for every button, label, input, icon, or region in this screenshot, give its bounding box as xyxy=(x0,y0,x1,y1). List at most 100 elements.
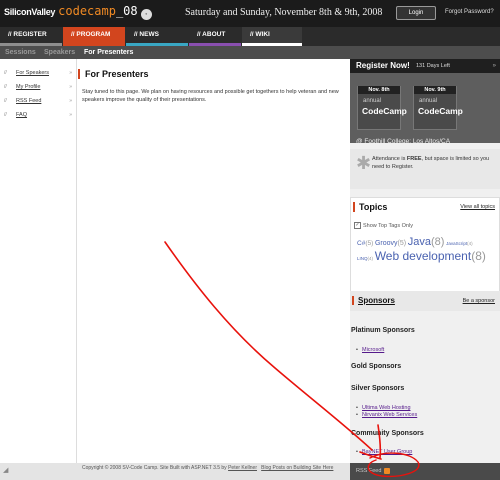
slash-icon: // xyxy=(4,84,7,90)
view-all-topics-label: View all topics xyxy=(460,204,495,210)
attendance-text: Attendance is FREE, but space is limited… xyxy=(372,156,494,171)
tag-groovy[interactable]: Groovy(5) xyxy=(375,240,406,247)
sponsor-link-nirvanix[interactable]: Nirvanix Web Services xyxy=(356,412,417,418)
tag-javascript[interactable]: JavaScript(4) xyxy=(446,241,473,246)
register-now-link[interactable]: Register Now! xyxy=(356,61,410,70)
tab-news-label: // NEWS xyxy=(134,31,159,38)
tab-program[interactable]: // PROGRAM xyxy=(63,27,125,46)
sponsors-header-box: Sponsors Be a sponsor xyxy=(350,291,500,311)
tab-news[interactable]: // NEWS xyxy=(126,27,188,46)
sidebar-item-label: RSS Feed xyxy=(16,98,42,104)
tag-count: (4) xyxy=(467,241,473,246)
subnav-speakers[interactable]: Speakers xyxy=(44,47,75,58)
footer-copyright: Copyright © 2008 SV-Code Camp. Site Buil… xyxy=(82,465,229,471)
badge-date: Nov. 8th xyxy=(358,86,400,94)
subnav-sessions[interactable]: Sessions xyxy=(5,47,36,58)
tab-about[interactable]: // ABOUT xyxy=(189,27,241,46)
tag-name: Java xyxy=(407,236,431,248)
slash-icon: // xyxy=(4,70,7,76)
badge-annual: annual xyxy=(363,98,382,104)
page-title: For Presenters xyxy=(78,69,149,79)
rss-bar[interactable]: RSS Feed xyxy=(350,463,500,480)
register-header[interactable]: Register Now! 131 Days Left » xyxy=(350,59,500,73)
logo-year: _08 xyxy=(115,4,138,18)
view-all-topics-link[interactable]: View all topics xyxy=(460,204,495,210)
tag-web-development[interactable]: Web development(8) xyxy=(375,249,486,263)
slash-icon: // xyxy=(4,112,7,118)
tag-name: JavaScript xyxy=(446,241,468,246)
tab-about-label: // ABOUT xyxy=(197,31,226,38)
badge-date: Nov. 9th xyxy=(414,86,456,94)
tab-register[interactable]: // REGISTER xyxy=(0,27,62,46)
site-logo[interactable]: SiliconValley codecamp _08 ✦ xyxy=(4,4,152,24)
main-content: For Presenters Stay tuned to this page. … xyxy=(77,59,348,463)
subnav-for-presenters[interactable]: For Presenters xyxy=(84,47,133,58)
venue-text: @ Foothill College: Los Altos/CA xyxy=(356,138,451,145)
be-a-sponsor-link[interactable]: Be a sponsor xyxy=(463,298,495,304)
logo-seal-icon: ✦ xyxy=(140,8,152,20)
sponsor-link-ultima[interactable]: Ultima Web Hosting xyxy=(356,405,410,411)
slash-icon: // xyxy=(4,98,7,104)
attendance-pre: Attendance is xyxy=(372,156,407,162)
tag-count: (8) xyxy=(430,236,445,248)
tag-count: (8) xyxy=(471,249,486,263)
tag-name: Web development xyxy=(374,249,472,263)
sidebar-item-faq[interactable]: // FAQ » xyxy=(4,112,72,122)
tag-java[interactable]: Java(8) xyxy=(408,236,445,248)
right-sidebar: Register Now! 131 Days Left » Nov. 8th a… xyxy=(350,59,500,463)
footer-blog-link[interactable]: Blog Posts on Building Site Here xyxy=(261,465,333,471)
sidebar-item-my-profile[interactable]: // My Profile » xyxy=(4,84,72,94)
tag-count: (5) xyxy=(397,240,407,247)
forgot-password-link[interactable]: Forgot Password? xyxy=(445,9,494,15)
tag-csharp[interactable]: C#(5) xyxy=(357,240,373,247)
checkbox-icon: ✓ xyxy=(354,222,361,229)
topics-title: Topics xyxy=(353,202,387,212)
show-top-tags-checkbox[interactable]: ✓ Show Top Tags Only xyxy=(354,222,413,229)
chevron-right-icon: » xyxy=(492,63,496,69)
chevron-right-icon: » xyxy=(69,70,72,76)
gold-sponsors-heading: Gold Sponsors xyxy=(351,363,402,370)
tab-wiki-label: // WIKI xyxy=(250,31,270,38)
attendance-box: ✱ Attendance is FREE, but space is limit… xyxy=(350,149,500,189)
sponsors-title[interactable]: Sponsors xyxy=(352,296,395,305)
left-sidebar: // For Speakers » // My Profile » // RSS… xyxy=(0,59,77,463)
codecamp-day1-badge[interactable]: Nov. 8th annual CodeCamp xyxy=(357,86,407,130)
page-footer: ◢ Copyright © 2008 SV-Code Camp. Site Bu… xyxy=(0,463,350,480)
badge-name: CodeCamp xyxy=(362,106,407,116)
codecamp-day2-badge[interactable]: Nov. 9th annual CodeCamp xyxy=(413,86,463,130)
footer-text: Copyright © 2008 SV-Code Camp. Site Buil… xyxy=(82,465,342,471)
sidebar-item-rss-feed[interactable]: // RSS Feed » xyxy=(4,98,72,108)
tab-wiki[interactable]: // WIKI xyxy=(242,27,302,46)
tag-name: Groovy xyxy=(374,240,398,247)
tag-count: (4) xyxy=(367,256,374,261)
sponsor-link-microsoft[interactable]: Microsoft xyxy=(356,347,384,353)
chevron-right-icon: » xyxy=(69,98,72,104)
rss-icon[interactable] xyxy=(384,468,390,474)
silver-sponsors-heading: Silver Sponsors xyxy=(351,385,405,392)
login-button[interactable]: Login xyxy=(396,6,436,20)
main-nav: // REGISTER // PROGRAM // NEWS // ABOUT … xyxy=(0,27,500,46)
sidebar-item-for-speakers[interactable]: // For Speakers » xyxy=(4,70,72,80)
show-top-tags-label: Show Top Tags Only xyxy=(363,222,413,229)
intro-text: Stay tuned to this page. We plan on havi… xyxy=(82,89,339,103)
topics-panel: Topics View all topics ✓ Show Top Tags On… xyxy=(350,197,500,297)
sidebar-item-label: My Profile xyxy=(16,84,41,90)
badge-name: CodeCamp xyxy=(418,106,463,116)
tag-count: (5) xyxy=(365,240,374,247)
event-dates: Saturday and Sunday, November 8th & 9th,… xyxy=(185,7,383,18)
footer-author-link[interactable]: Peter Kellner xyxy=(228,465,257,471)
sponsor-link-baynet[interactable]: BayNET User Group xyxy=(356,449,412,455)
logo-silicon-valley: SiliconValley xyxy=(4,7,56,17)
badge-annual: annual xyxy=(419,98,438,104)
rss-feed-label: RSS Feed xyxy=(356,468,382,474)
attendance-free: FREE xyxy=(406,156,422,162)
tag-linq[interactable]: LINQ(4) xyxy=(357,256,373,261)
resize-grip-icon: ◢ xyxy=(3,467,9,474)
site-header: SiliconValley codecamp _08 ✦ Saturday an… xyxy=(0,0,500,27)
tab-register-label: // REGISTER xyxy=(8,31,47,38)
logo-codecamp: codecamp xyxy=(58,4,116,18)
asterisk-icon: ✱ xyxy=(356,153,372,173)
community-sponsors-heading: Community Sponsors xyxy=(351,430,424,437)
platinum-sponsors-heading: Platinum Sponsors xyxy=(351,327,415,334)
register-panel: Nov. 8th annual CodeCamp Nov. 9th annual… xyxy=(350,73,500,145)
